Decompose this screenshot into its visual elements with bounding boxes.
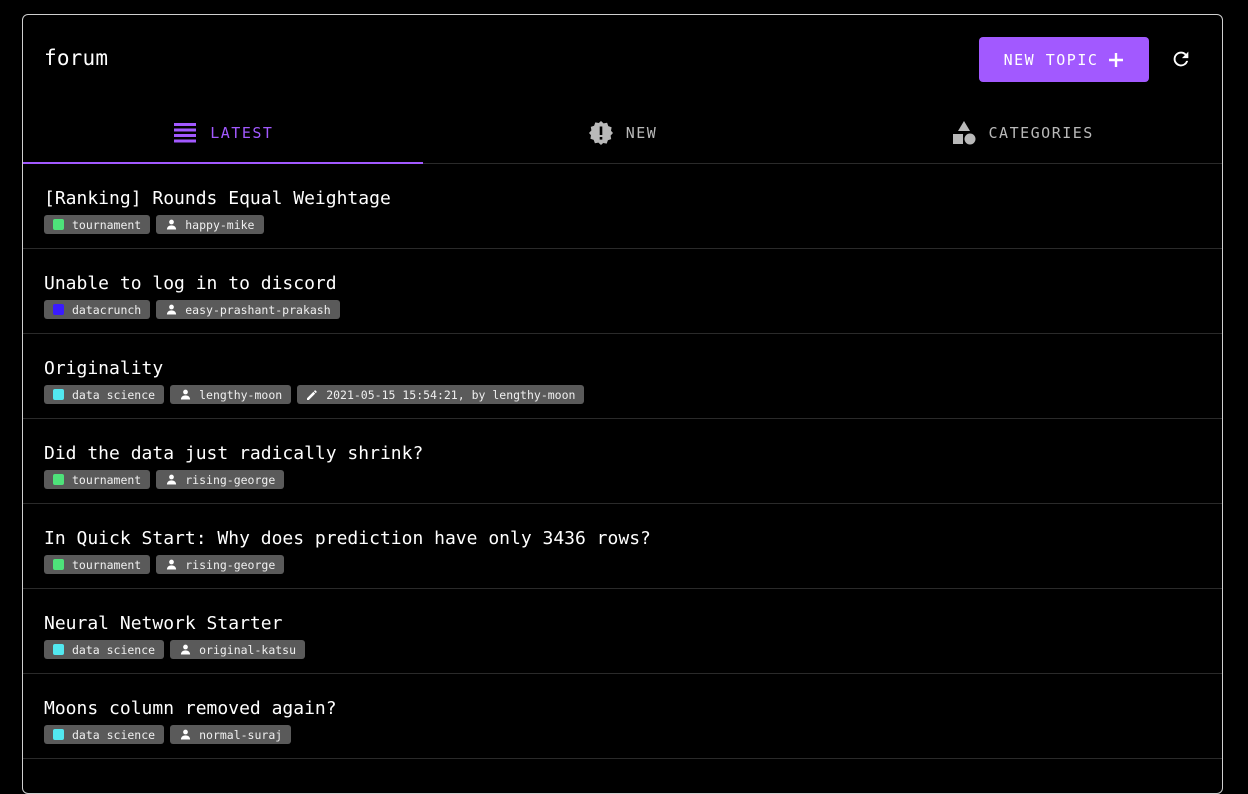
topic-row[interactable]: Originality data science lengthy-moon 2021-… [23,334,1222,419]
tab-label: NEW [625,124,658,142]
category-color-dot [53,219,64,230]
category-label: tournament [72,472,142,487]
forum-header: forum NEW TOPIC [23,15,1222,103]
topic-list: [Ranking] Rounds Equal Weightage tourname… [23,164,1222,759]
category-label: tournament [72,217,142,232]
author-label: normal-suraj [199,727,283,742]
topic-tags: tournament happy-mike [44,215,1222,234]
topic-title[interactable]: [Ranking] Rounds Equal Weightage [44,188,1222,210]
topic-tags: datacrunch easy-prashant-prakash [44,300,1222,319]
topic-tags: tournament rising-george [44,470,1222,489]
new-badge-icon [588,120,614,146]
category-label: data science [72,387,156,402]
topic-title[interactable]: In Quick Start: Why does prediction have… [44,528,1222,550]
tab-label: CATEGORIES [988,124,1094,142]
category-chip[interactable]: data science [44,385,165,404]
category-chip[interactable]: data science [44,725,165,744]
category-color-dot [53,389,64,400]
author-chip[interactable]: lengthy-moon [170,385,292,404]
person-icon [165,474,177,486]
new-topic-label: NEW TOPIC [1003,50,1099,69]
topic-title[interactable]: Unable to log in to discord [44,273,1222,295]
edited-label: 2021-05-15 15:54:21, by lengthy-moon [326,387,576,402]
refresh-button[interactable] [1169,47,1193,71]
category-chip[interactable]: datacrunch [44,300,151,319]
topic-row[interactable]: Moons column removed again? data science n… [23,674,1222,759]
author-label: original-katsu [199,642,297,657]
tab-latest[interactable]: LATEST [23,103,423,164]
author-chip[interactable]: happy-mike [156,215,264,234]
category-label: datacrunch [72,302,142,317]
author-label: lengthy-moon [199,387,283,402]
category-label: tournament [72,557,142,572]
author-chip[interactable]: rising-george [156,555,285,574]
topic-title[interactable]: Neural Network Starter [44,613,1222,635]
category-chip[interactable]: data science [44,640,165,659]
tab-bar: LATEST NEW CATEGORIES [23,103,1222,164]
person-icon [179,729,191,741]
page-title: forum [44,46,109,70]
topic-tags: data science original-katsu [44,640,1222,659]
new-topic-button[interactable]: NEW TOPIC [979,37,1149,82]
person-icon [179,389,191,401]
topic-row[interactable]: Did the data just radically shrink? tourn… [23,419,1222,504]
edited-chip: 2021-05-15 15:54:21, by lengthy-moon [297,385,585,404]
topic-tags: data science normal-suraj [44,725,1222,744]
category-color-dot [53,559,64,570]
category-color-dot [53,644,64,655]
author-chip[interactable]: easy-prashant-prakash [156,300,340,319]
topic-title[interactable]: Originality [44,358,1222,380]
categories-shapes-icon [951,120,977,146]
category-color-dot [53,304,64,315]
author-chip[interactable]: original-katsu [170,640,306,659]
category-chip[interactable]: tournament [44,470,151,489]
person-icon [179,644,191,656]
topic-title[interactable]: Moons column removed again? [44,698,1222,720]
category-color-dot [53,729,64,740]
topic-row[interactable]: Neural Network Starter data science origin… [23,589,1222,674]
person-icon [165,219,177,231]
refresh-icon [1170,48,1192,70]
category-chip[interactable]: tournament [44,555,151,574]
category-chip[interactable]: tournament [44,215,151,234]
author-label: rising-george [185,472,276,487]
topic-row[interactable]: Unable to log in to discord datacrunch eas… [23,249,1222,334]
category-color-dot [53,474,64,485]
person-icon [165,304,177,316]
person-icon [165,559,177,571]
forum-panel: forum NEW TOPIC LATEST NEW CATEGORIES [Ran… [22,14,1223,794]
tab-new[interactable]: NEW [423,103,823,163]
author-chip[interactable]: rising-george [156,470,285,489]
category-label: data science [72,642,156,657]
author-chip[interactable]: normal-suraj [170,725,292,744]
list-icon [172,120,198,146]
topic-title[interactable]: Did the data just radically shrink? [44,443,1222,465]
author-label: easy-prashant-prakash [185,302,331,317]
topic-row[interactable]: In Quick Start: Why does prediction have… [23,504,1222,589]
category-label: data science [72,727,156,742]
topic-tags: data science lengthy-moon 2021-05-15 15:54… [44,385,1222,404]
tab-categories[interactable]: CATEGORIES [822,103,1222,163]
tab-label: LATEST [210,124,274,142]
topic-row[interactable]: [Ranking] Rounds Equal Weightage tourname… [23,164,1222,249]
plus-icon [1108,52,1124,68]
pencil-icon [306,389,318,401]
author-label: happy-mike [185,217,255,232]
topic-tags: tournament rising-george [44,555,1222,574]
author-label: rising-george [185,557,276,572]
